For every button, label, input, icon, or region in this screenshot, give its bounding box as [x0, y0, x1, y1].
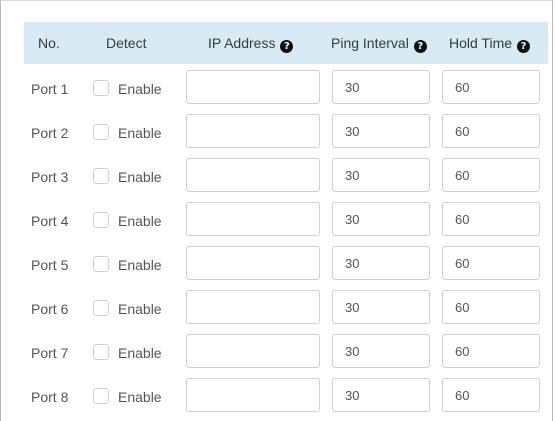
- ip-address-input[interactable]: [186, 114, 320, 148]
- header-ip-address: IP Address?: [208, 22, 294, 64]
- enable-label: Enable: [118, 125, 162, 141]
- enable-label: Enable: [118, 81, 162, 97]
- port-label: Port 1: [31, 81, 69, 97]
- table-row: Port 8 Enable: [1, 378, 555, 418]
- enable-label: Enable: [118, 213, 162, 229]
- detect-checkbox[interactable]: [93, 80, 109, 96]
- port-label: Port 3: [31, 169, 69, 185]
- hold-time-input[interactable]: [442, 290, 540, 324]
- detect-checkbox[interactable]: [93, 344, 109, 360]
- detect-checkbox[interactable]: [93, 212, 109, 228]
- detect-checkbox[interactable]: [93, 168, 109, 184]
- ping-interval-input[interactable]: [332, 378, 430, 412]
- table-row: Port 6 Enable: [1, 290, 555, 330]
- enable-label: Enable: [118, 301, 162, 317]
- ip-address-input[interactable]: [186, 378, 320, 412]
- ip-address-input[interactable]: [186, 158, 320, 192]
- ip-address-input[interactable]: [186, 246, 320, 280]
- ping-interval-input[interactable]: [332, 290, 430, 324]
- hold-time-input[interactable]: [442, 114, 540, 148]
- port-label: Port 4: [31, 213, 69, 229]
- ping-interval-input[interactable]: [332, 202, 430, 236]
- detect-checkbox[interactable]: [93, 124, 109, 140]
- enable-label: Enable: [118, 169, 162, 185]
- header-ip-address-label: IP Address: [208, 35, 276, 51]
- help-icon[interactable]: ?: [413, 40, 427, 53]
- table-row: Port 1 Enable: [1, 70, 555, 110]
- header-ping-interval: Ping Interval?: [331, 22, 427, 64]
- ping-interval-input[interactable]: [332, 158, 430, 192]
- ping-interval-input[interactable]: [332, 246, 430, 280]
- header-hold-time: Hold Time?: [449, 22, 531, 64]
- table-row: Port 4 Enable: [1, 202, 555, 242]
- ping-interval-input[interactable]: [332, 70, 430, 104]
- hold-time-input[interactable]: [442, 158, 540, 192]
- port-label: Port 5: [31, 257, 69, 273]
- table-row: Port 7 Enable: [1, 334, 555, 374]
- help-icon[interactable]: ?: [280, 40, 294, 53]
- enable-label: Enable: [118, 345, 162, 361]
- ip-address-input[interactable]: [186, 290, 320, 324]
- table-header: No. Detect IP Address? Ping Interval? Ho…: [24, 22, 548, 64]
- help-icon[interactable]: ?: [517, 40, 531, 53]
- enable-label: Enable: [118, 389, 162, 405]
- header-ping-interval-label: Ping Interval: [331, 35, 409, 51]
- port-label: Port 2: [31, 125, 69, 141]
- header-hold-time-label: Hold Time: [449, 35, 513, 51]
- hold-time-input[interactable]: [442, 70, 540, 104]
- port-label: Port 6: [31, 301, 69, 317]
- ip-address-input[interactable]: [186, 202, 320, 236]
- detect-checkbox[interactable]: [93, 300, 109, 316]
- ping-interval-input[interactable]: [332, 114, 430, 148]
- ip-address-input[interactable]: [186, 334, 320, 368]
- table-row: Port 5 Enable: [1, 246, 555, 286]
- table-row: Port 2 Enable: [1, 114, 555, 154]
- header-no: No.: [38, 35, 60, 51]
- hold-time-input[interactable]: [442, 378, 540, 412]
- enable-label: Enable: [118, 257, 162, 273]
- table-row: Port 3 Enable: [1, 158, 555, 198]
- hold-time-input[interactable]: [442, 246, 540, 280]
- ping-detect-panel: No. Detect IP Address? Ping Interval? Ho…: [0, 0, 553, 421]
- port-label: Port 8: [31, 389, 69, 405]
- ip-address-input[interactable]: [186, 70, 320, 104]
- hold-time-input[interactable]: [442, 334, 540, 368]
- port-label: Port 7: [31, 345, 69, 361]
- header-detect: Detect: [106, 35, 147, 51]
- detect-checkbox[interactable]: [93, 388, 109, 404]
- detect-checkbox[interactable]: [93, 256, 109, 272]
- hold-time-input[interactable]: [442, 202, 540, 236]
- ping-interval-input[interactable]: [332, 334, 430, 368]
